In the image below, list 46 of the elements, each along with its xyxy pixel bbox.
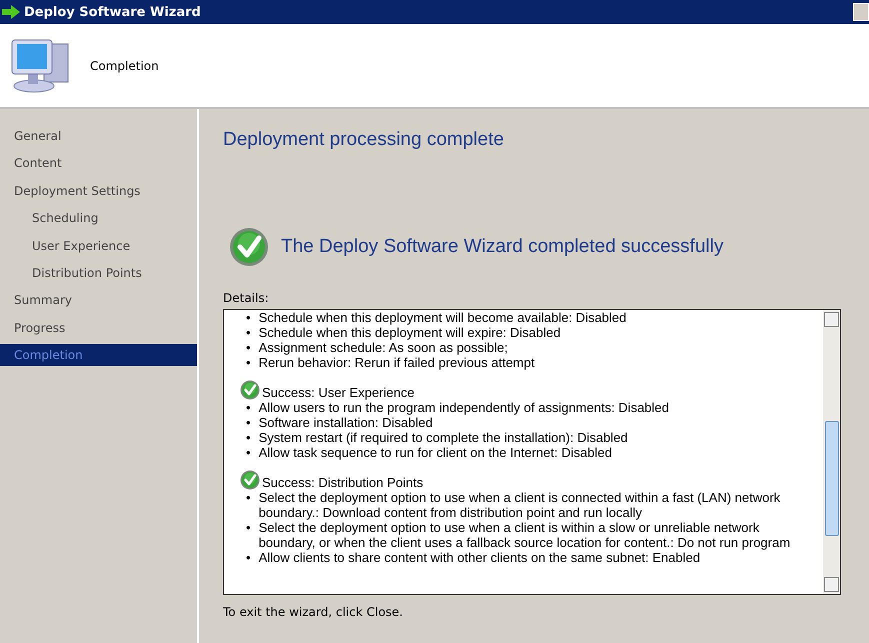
detail-item: Rerun behavior: Rerun if failed previous attempt: [258, 355, 535, 370]
details-label: Details:: [223, 291, 270, 305]
detail-item: System restart (if required to complete the installation): Disabled: [258, 430, 628, 445]
nav-item[interactable]: Summary: [0, 289, 197, 312]
nav-item[interactable]: User Experience: [0, 234, 197, 257]
nav-item[interactable]: Content: [0, 152, 197, 174]
bullet: •: [246, 550, 251, 565]
bullet: •: [246, 325, 251, 340]
detail-item: Allow users to run the program independently of assignments: Disabled: [258, 400, 670, 415]
bullet: •: [246, 520, 251, 537]
heading: Deployment processing complete: [223, 129, 505, 151]
bullet: •: [246, 355, 251, 370]
section-title: Success: User Experience: [262, 385, 414, 400]
scroll-up-button[interactable]: [824, 312, 839, 327]
scrollbar-thumb[interactable]: [824, 421, 838, 536]
bullet: •: [246, 310, 251, 325]
nav-item[interactable]: Scheduling: [0, 207, 197, 230]
success-icon: [229, 227, 269, 267]
page-title: Completion: [90, 58, 159, 72]
bullet: •: [246, 400, 251, 415]
section-title: Success: Distribution Points: [262, 475, 424, 490]
status-message: The Deploy Software Wizard completed successfully: [281, 236, 724, 258]
success-icon: [240, 470, 260, 490]
footer-text: To exit the wizard, click Close.: [223, 605, 404, 619]
detail-item: Software installation: Disabled: [258, 415, 433, 430]
bullet: •: [246, 490, 251, 507]
bullet: •: [246, 340, 251, 355]
window-title: Deploy Software Wizard: [24, 4, 201, 20]
nav-item[interactable]: Progress: [0, 316, 197, 339]
detail-item: Schedule when this deployment will become available: Disabled: [258, 310, 626, 325]
detail-item: Schedule when this deployment will expire: Disabled: [258, 325, 561, 340]
detail-item: Select the deployment option to use when a client is connected within a fast (LAN) network boundary.: Download content from distribution point and run locally: [258, 490, 782, 520]
nav-item[interactable]: Distribution Points: [0, 262, 197, 284]
nav-item[interactable]: General: [0, 125, 197, 147]
detail-item: Allow task sequence to run for client on the Internet: Disabled: [258, 445, 612, 460]
nav-item[interactable]: Deployment Settings: [0, 180, 197, 202]
detail-item: Assignment schedule: As soon as possible;: [258, 340, 508, 355]
success-icon: [240, 380, 260, 400]
bullet: •: [246, 445, 251, 460]
detail-item: Select the deployment option to use when a client is within a slow or unreliable network boundary, or when the client uses a fallback source location for content.: Do not run program: [258, 520, 792, 550]
bullet: •: [246, 430, 251, 445]
bullet: •: [246, 415, 251, 430]
scroll-down-button[interactable]: [824, 577, 839, 592]
arrow-icon: [2, 5, 20, 19]
detail-item: Allow clients to share content with other clients on the same subnet: Enabled: [258, 550, 700, 565]
nav-item[interactable]: Completion: [0, 344, 197, 366]
